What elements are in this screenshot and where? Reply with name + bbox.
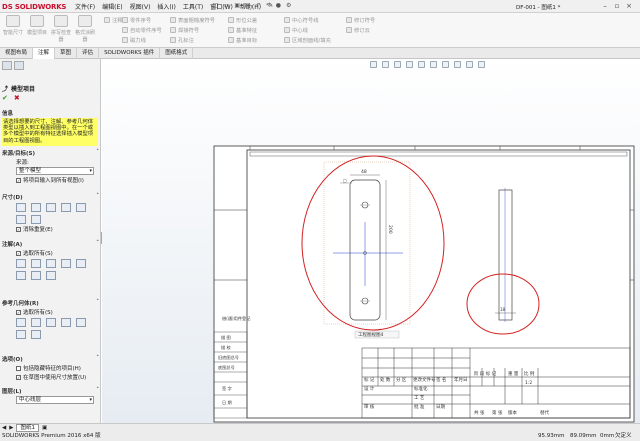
sketch-state: 欠定义 [615, 433, 632, 439]
tb-cell: 替代 [540, 409, 549, 416]
height-dimension[interactable]: 200 [387, 225, 393, 234]
left-row-label: 签 字 [222, 385, 232, 391]
add-sheet-icon[interactable]: ▣ [42, 425, 47, 431]
tb-cell: 重 量 [508, 370, 519, 377]
tb-cell: 共 张 [474, 409, 485, 416]
tb-cell: 日期 [436, 404, 445, 410]
coord-z: 0mm [600, 433, 615, 439]
left-row-label: 底图总号 [218, 364, 235, 371]
coord-x: 95.93mm [538, 433, 565, 439]
tb-cell: 比 例 [524, 370, 535, 377]
tb-cell: 第 张 [492, 409, 503, 416]
first-sheet-icon[interactable]: ◀ [2, 425, 6, 431]
tb-cell: 阶 段 标 记 [474, 370, 497, 377]
tb-cell: 分 区 [396, 376, 407, 383]
tb-cell: 版本 [508, 409, 517, 416]
coord-y: 89.09mm [570, 433, 597, 439]
sheet-tabs: ◀ ▶ 图纸1 ▣ [2, 424, 47, 432]
left-row-label: 描 校 [221, 344, 232, 351]
tb-cell: 审 核 [364, 403, 375, 410]
view-label[interactable]: 工程图视图4 [358, 331, 383, 338]
tb-cell: 工 艺 [414, 395, 425, 401]
sheet-tab-1[interactable]: 图纸1 [16, 424, 39, 432]
next-sheet-icon[interactable]: ▶ [9, 425, 13, 431]
svg-text:□: □ [343, 178, 347, 183]
drawing-sheet: 借(通)用件登记 描 图 描 校 旧底图总号 底图总号 签 字 日 期 48 □… [213, 145, 635, 423]
side-dimension[interactable]: 18 [500, 307, 506, 312]
tb-cell: 签 名 [436, 376, 446, 383]
left-row-label: 描 图 [221, 334, 231, 341]
tb-cell: 年月日 [454, 376, 468, 383]
width-dimension[interactable]: 48 [361, 169, 367, 175]
tb-cell: 标准化 [414, 385, 428, 392]
tb-cell: 设 计 [364, 385, 375, 392]
tb-cell: 处 数 [380, 376, 391, 383]
tb-cell: 批 准 [414, 403, 425, 410]
left-row-label: 旧底图总号 [218, 354, 239, 361]
product-name: SOLIDWORKS Premium 2016 x64 版 [2, 433, 101, 439]
tb-cell: 标 记 [364, 376, 375, 383]
left-row-label: 借(通)用件登记 [222, 315, 251, 322]
tb-cell: 1:2 [525, 380, 532, 386]
tb-cell: 更改文件号 [413, 376, 436, 383]
status-bar: SOLIDWORKS Premium 2016 x64 版 95.93mm 89… [0, 432, 640, 441]
